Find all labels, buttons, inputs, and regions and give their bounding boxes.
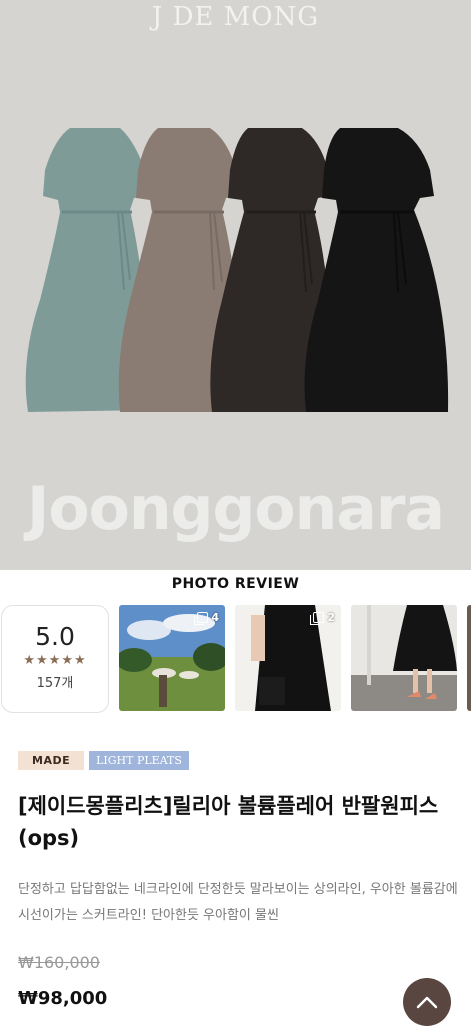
star-rating-icon: ★★★★★ <box>23 653 87 668</box>
product-hero-image[interactable]: J DE MONG Joonggonara <box>0 0 471 570</box>
photo-count-badge: 4 <box>194 611 219 625</box>
photo-count: 4 <box>211 611 219 624</box>
made-badge: MADE <box>18 751 85 770</box>
product-badges: MADE LIGHT PLEATS <box>18 751 189 770</box>
review-count: 157개 <box>36 676 74 691</box>
original-price: ₩160,000 <box>18 953 100 972</box>
multi-photo-icon <box>310 612 325 625</box>
review-photo-3-image <box>351 605 457 711</box>
watermark: Joonggonara <box>27 474 445 544</box>
chevron-up-icon <box>416 996 438 1009</box>
sale-price: ₩98,000 <box>18 988 108 1009</box>
photo-count-badge: 2 <box>310 611 335 625</box>
review-photo-4-image <box>467 605 471 711</box>
rating-summary-card[interactable]: 5.0 ★★★★★ 157개 <box>1 605 109 713</box>
review-photo-2[interactable]: 2 <box>235 605 341 711</box>
photo-review-strip[interactable]: 5.0 ★★★★★ 157개 4 2 <box>0 604 471 714</box>
photo-review-heading: PHOTO REVIEW <box>171 576 300 592</box>
product-title: [제이드몽플리츠]릴리아 볼륨플레어 반팔원피스(ops) <box>18 794 439 850</box>
review-photo-1[interactable]: 4 <box>119 605 225 711</box>
review-photo-3[interactable] <box>351 605 457 711</box>
photo-count: 2 <box>327 611 335 624</box>
light-pleats-badge: LIGHT PLEATS <box>89 751 189 770</box>
product-description: 단정하고 답답함없는 네크라인에 단정한듯 말라보이는 상의라인, 우아한 볼륨… <box>18 882 458 923</box>
review-photo-4[interactable] <box>467 605 471 711</box>
scroll-to-top-button[interactable] <box>403 978 451 1026</box>
brand-logo: J DE MONG <box>151 2 320 32</box>
dress-black <box>304 128 449 412</box>
rating-score: 5.0 <box>35 622 75 651</box>
multi-photo-icon <box>194 612 209 625</box>
